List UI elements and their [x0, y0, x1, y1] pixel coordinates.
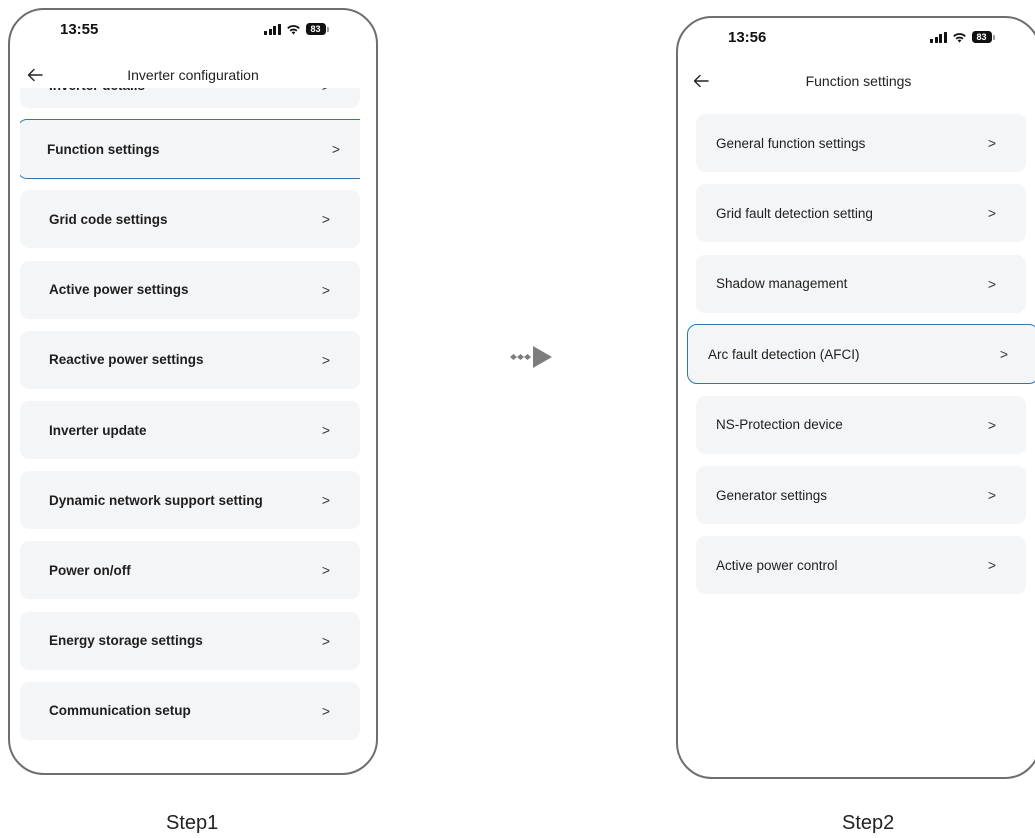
chevron-right-icon: > — [987, 135, 996, 151]
chevron-right-icon: > — [321, 422, 330, 438]
status-bar: 13:55 83 — [10, 10, 376, 50]
menu-item-label: Function settings — [47, 141, 160, 157]
phone-screen-step1: 13:55 83 Inverter configuration Inverter… — [8, 8, 378, 775]
menu-item-label: Generator settings — [716, 487, 828, 503]
chevron-right-icon: > — [987, 275, 996, 292]
menu-item-label: General function settings — [716, 135, 866, 151]
menu-item-arc-fault-detection-afci[interactable]: Arc fault detection (AFCI) > — [687, 324, 1035, 385]
menu-item-label: Active power control — [716, 557, 838, 573]
menu-item-label: Inverter details — [49, 88, 145, 93]
settings-list: Inverter details>Function settings>Grid … — [20, 88, 360, 749]
menu-item-grid-code-settings[interactable]: Grid code settings > — [20, 190, 360, 249]
menu-item-dynamic-network-support-setting[interactable]: Dynamic network support setting > — [20, 471, 360, 530]
menu-item-label: Power on/off — [49, 562, 131, 578]
menu-item-communication-setup[interactable]: Communication setup > — [20, 681, 360, 740]
chevron-right-icon: > — [987, 205, 996, 222]
battery-icon: 83 — [971, 31, 995, 43]
chevron-right-icon: > — [987, 416, 996, 433]
page-title: Inverter configuration — [127, 67, 259, 83]
nav-bar: Inverter configuration — [10, 64, 376, 88]
battery-level: 83 — [971, 31, 992, 43]
menu-item-generator-settings[interactable]: Generator settings > — [696, 466, 1026, 524]
menu-item-label: Reactive power settings — [49, 352, 204, 368]
chevron-right-icon: > — [331, 141, 340, 158]
page-title: Function settings — [805, 73, 912, 89]
menu-item-label: Grid fault detection setting — [716, 205, 873, 221]
signal-icon — [264, 23, 281, 35]
status-icons: 83 — [264, 23, 329, 35]
menu-item-ns-protection-device[interactable]: NS-Protection device > — [696, 395, 1026, 454]
menu-item-active-power-settings[interactable]: Active power settings > — [20, 260, 360, 319]
phone-screen-step2: 13:56 83 Function settings General funct… — [676, 16, 1035, 779]
menu-item-label: Grid code settings — [49, 211, 168, 227]
menu-item-label: Shadow management — [716, 276, 848, 292]
status-icons: 83 — [930, 31, 995, 43]
menu-item-label: Dynamic network support setting — [49, 492, 263, 508]
chevron-right-icon: > — [321, 351, 330, 368]
chevron-right-icon: > — [321, 211, 330, 228]
menu-item-reactive-power-settings[interactable]: Reactive power settings > — [20, 330, 360, 389]
menu-item-shadow-management[interactable]: Shadow management > — [696, 254, 1026, 313]
menu-item-label: Active power settings — [49, 282, 189, 298]
chevron-right-icon: > — [321, 562, 330, 579]
menu-item-grid-fault-detection-setting[interactable]: Grid fault detection setting > — [696, 184, 1026, 243]
step1-caption: Step1 — [166, 812, 219, 834]
chevron-right-icon: > — [322, 88, 330, 94]
status-time: 13:55 — [60, 21, 99, 38]
menu-item-inverter-details[interactable]: Inverter details > — [20, 88, 360, 108]
menu-item-power-on-off[interactable]: Power on/off > — [20, 541, 360, 600]
wifi-icon — [286, 24, 300, 34]
signal-icon — [930, 31, 947, 43]
menu-item-label: Energy storage settings — [49, 633, 203, 649]
status-bar: 13:56 83 — [678, 18, 1035, 58]
chevron-right-icon: > — [987, 487, 996, 503]
menu-item-label: NS-Protection device — [716, 417, 843, 433]
menu-item-energy-storage-settings[interactable]: Energy storage settings > — [20, 611, 360, 670]
menu-item-general-function-settings[interactable]: General function settings > — [696, 114, 1026, 172]
status-time: 13:56 — [728, 29, 767, 46]
chevron-right-icon: > — [999, 346, 1008, 363]
chevron-right-icon: > — [987, 557, 996, 574]
menu-item-label: Inverter update — [49, 422, 147, 438]
dotted-arrow-icon — [510, 346, 552, 368]
menu-item-inverter-update[interactable]: Inverter update > — [20, 401, 360, 459]
battery-icon: 83 — [305, 23, 329, 35]
step2-caption: Step2 — [842, 812, 895, 834]
menu-item-active-power-control[interactable]: Active power control > — [696, 536, 1026, 595]
chevron-right-icon: > — [321, 281, 330, 298]
wifi-icon — [952, 32, 966, 42]
menu-item-label: Communication setup — [49, 703, 191, 719]
chevron-right-icon: > — [321, 702, 330, 719]
battery-level: 83 — [305, 23, 326, 35]
chevron-right-icon: > — [321, 632, 330, 649]
menu-item-label: Arc fault detection (AFCI) — [708, 346, 860, 362]
nav-bar: Function settings — [678, 70, 1035, 94]
menu-item-function-settings[interactable]: Function settings > — [20, 119, 360, 180]
chevron-right-icon: > — [321, 492, 330, 509]
